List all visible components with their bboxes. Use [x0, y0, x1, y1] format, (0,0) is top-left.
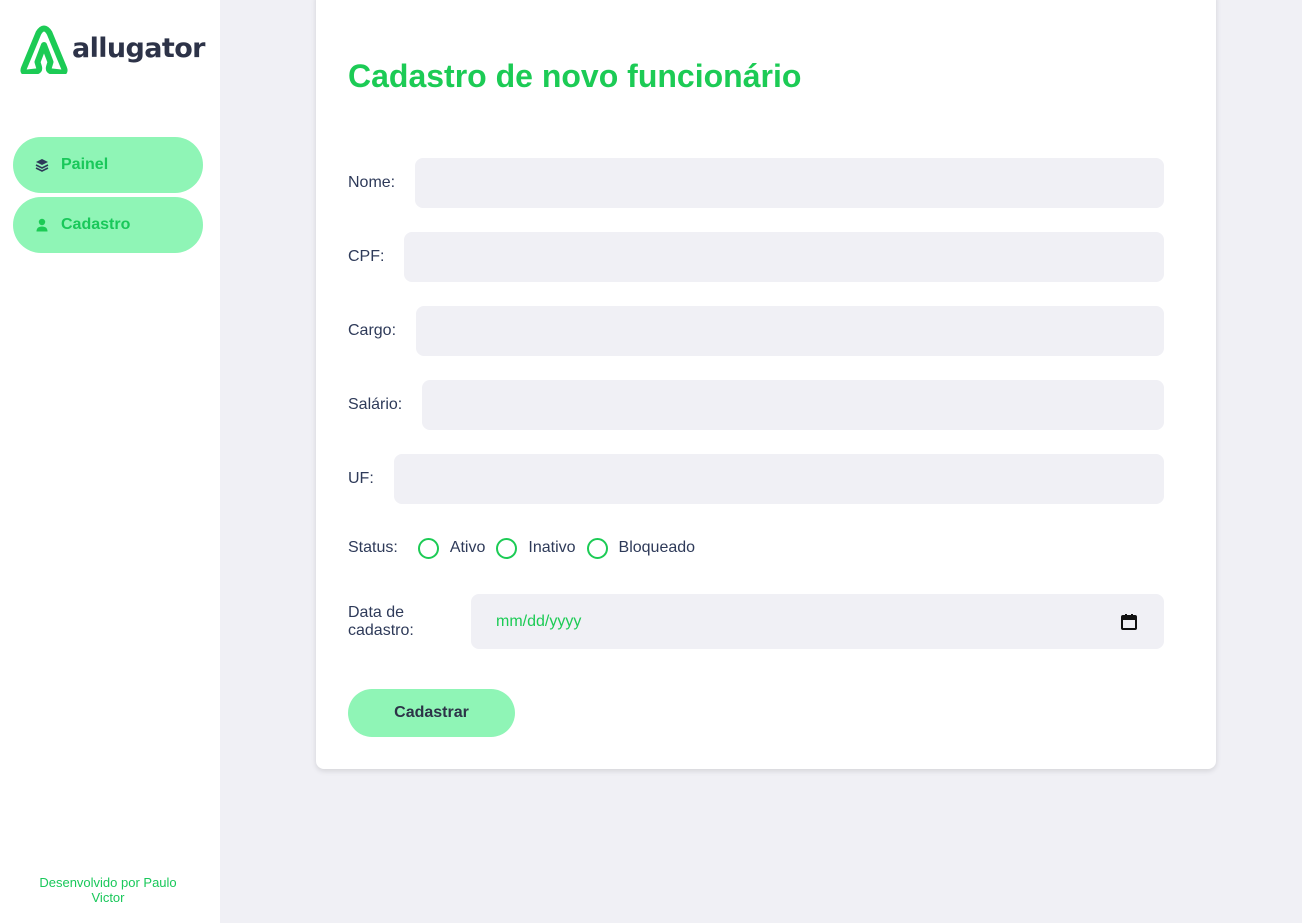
user-icon [35, 218, 49, 232]
footer-credit: Desenvolvido por Paulo Victor [0, 875, 216, 905]
cpf-label: CPF: [348, 248, 385, 265]
date-placeholder: mm/dd/yyyy [496, 612, 582, 630]
sidebar-item-painel[interactable]: Painel [13, 137, 203, 193]
status-radio-bloqueado[interactable]: Bloqueado [586, 537, 696, 559]
cargo-row: Cargo: [348, 306, 1164, 356]
sidebar-item-cadastro[interactable]: Cadastro [13, 197, 203, 253]
status-radio-ativo[interactable]: Ativo [417, 537, 486, 559]
nome-label: Nome: [348, 174, 396, 191]
salario-input[interactable] [422, 380, 1164, 430]
data-cadastro-row: Data de cadastro: mm/dd/yyyy [348, 594, 1164, 649]
footer-line-2: Victor [91, 890, 125, 905]
radio-label: Inativo [528, 539, 576, 556]
sidebar-item-label: Cadastro [61, 216, 131, 233]
salario-label: Salário: [348, 396, 403, 413]
uf-label: UF: [348, 470, 374, 487]
layers-icon [35, 158, 49, 172]
radio-circle[interactable] [417, 537, 439, 559]
brand-logo[interactable]: allugator [19, 24, 205, 74]
data-cadastro-input[interactable]: mm/dd/yyyy [471, 594, 1164, 649]
registration-card: Cadastro de novo funcionário Nome: CPF: … [316, 0, 1216, 769]
cadastrar-button[interactable]: Cadastrar [348, 689, 515, 737]
status-radio-group: Ativo Inativo Bloqueado [417, 537, 706, 559]
radio-circle[interactable] [496, 537, 518, 559]
brand-name: allugator [72, 32, 205, 64]
calendar-icon[interactable] [1120, 613, 1138, 631]
nome-input[interactable] [415, 158, 1164, 208]
nome-row: Nome: [348, 158, 1164, 208]
status-label: Status: [348, 539, 398, 556]
data-cadastro-label: Data de cadastro: [348, 603, 414, 639]
allugator-logo-icon [20, 25, 68, 74]
sidebar: allugator Painel Cadastro Desenvolvido p… [0, 0, 220, 923]
uf-input[interactable] [393, 454, 1164, 504]
cpf-input[interactable] [404, 232, 1164, 282]
radio-circle[interactable] [586, 537, 608, 559]
salario-row: Salário: [348, 380, 1164, 430]
cpf-row: CPF: [348, 232, 1164, 282]
sidebar-item-label: Painel [61, 156, 109, 173]
radio-label: Bloqueado [618, 539, 696, 556]
cargo-input[interactable] [416, 306, 1164, 356]
page-title: Cadastro de novo funcionário [348, 58, 802, 94]
uf-row: UF: [348, 454, 1164, 504]
status-row: Status: Ativo Inativo Bloqueado [348, 537, 1164, 559]
status-radio-inativo[interactable]: Inativo [496, 537, 576, 559]
radio-label: Ativo [449, 539, 486, 556]
footer-line-1: Desenvolvido por Paulo [39, 875, 177, 890]
cargo-label: Cargo: [348, 322, 397, 339]
